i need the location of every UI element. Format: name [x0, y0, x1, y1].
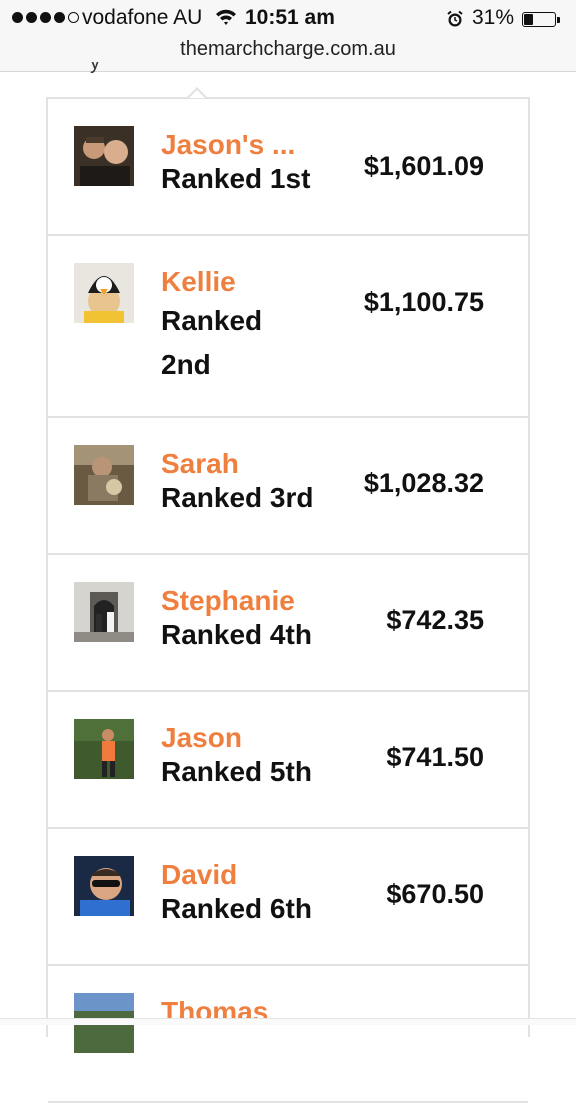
signal-dot	[54, 12, 65, 23]
dropdown-caret-inner	[189, 90, 205, 98]
participant-rank: Ranked 1st	[161, 163, 311, 194]
battery-level-fill	[524, 14, 533, 25]
avatar	[74, 719, 134, 779]
participant-rank: Ranked 2nd	[161, 305, 263, 380]
participant-rank: Ranked 4th	[161, 619, 312, 650]
page-heading-partial: y	[90, 62, 100, 74]
signal-dot	[68, 12, 79, 23]
signal-dot	[26, 12, 37, 23]
alarm-clock-icon	[447, 10, 463, 27]
amount-raised: $1,601.09	[363, 151, 484, 181]
avatar	[74, 445, 134, 505]
participant-rank: Ranked 5th	[161, 756, 312, 787]
signal-dot	[40, 12, 51, 23]
leaderboard-row[interactable]: Stephanie Ranked 4th $742.35	[48, 555, 528, 692]
leaderboard-row[interactable]: Jason's ... Ranked 1st $1,601.09	[48, 99, 528, 236]
leaderboard-row[interactable]: Kellie Ranked 2nd $1,100.75	[48, 236, 528, 418]
participant-rank: Ranked 6th	[161, 893, 312, 924]
leaderboard-row[interactable]: Jason Ranked 5th $741.50	[48, 692, 528, 829]
amount-raised: $1,100.75	[363, 287, 484, 317]
battery-icon	[522, 12, 556, 27]
leaderboard-dropdown: Jason's ... Ranked 1st $1,601.09 Kellie Rank…	[46, 97, 530, 1103]
avatar	[74, 126, 134, 186]
signal-strength-icon	[12, 12, 79, 23]
amount-raised: $742.35	[386, 605, 484, 635]
leaderboard-row[interactable]: David Ranked 6th $670.50	[48, 829, 528, 966]
amount-raised: $1,028.32	[363, 468, 484, 498]
leaderboard-row[interactable]: Sarah Ranked 3rd $1,028.32	[48, 418, 528, 555]
wifi-icon	[216, 9, 236, 25]
participant-rank: Ranked 3rd	[161, 482, 314, 513]
leaderboard-row[interactable]: Thomas	[48, 966, 528, 1103]
amount-raised: $741.50	[386, 742, 484, 772]
avatar	[74, 582, 134, 642]
participant-name[interactable]: Kellie	[161, 266, 236, 298]
status-time: 10:51 am	[245, 6, 335, 29]
carrier-name: vodafone AU	[82, 6, 203, 29]
battery-percent: 31%	[472, 6, 515, 29]
avatar	[74, 263, 134, 323]
status-row: vodafone AU 10:51 am 31%	[0, 4, 576, 34]
address-bar-url[interactable]: themarchcharge.com.au	[0, 38, 576, 61]
amount-raised: $670.50	[386, 879, 484, 909]
signal-dot	[12, 12, 23, 23]
battery-nub	[557, 17, 560, 23]
avatar	[74, 856, 134, 916]
